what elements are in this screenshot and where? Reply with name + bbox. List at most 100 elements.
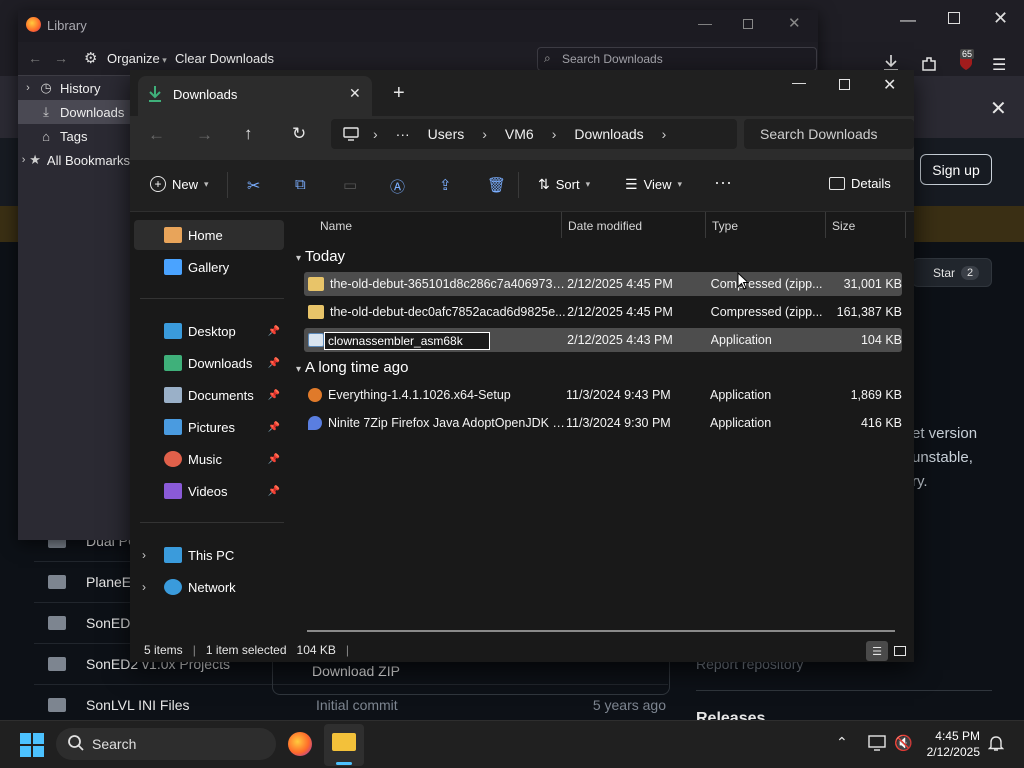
- explorer-minimize-icon[interactable]: —: [792, 74, 806, 90]
- library-close-icon[interactable]: ✕: [788, 14, 801, 32]
- horizontal-scrollbar[interactable]: [307, 630, 895, 632]
- rename-icon[interactable]: Ⓐ: [390, 176, 405, 197]
- library-minimize-icon[interactable]: —: [698, 15, 712, 31]
- copy-icon[interactable]: ⧉: [295, 176, 306, 193]
- chevron-right-icon[interactable]: ›: [142, 548, 146, 562]
- view-button[interactable]: ☰ View ▾: [625, 176, 682, 193]
- notification-bell-icon[interactable]: [988, 734, 1004, 752]
- signup-button[interactable]: Sign up: [920, 154, 992, 185]
- cut-icon[interactable]: ✂: [247, 176, 260, 196]
- new-tab-icon[interactable]: +: [393, 82, 405, 105]
- breadcrumb-users[interactable]: Users: [428, 126, 465, 142]
- tiles-view-icon[interactable]: [890, 641, 910, 661]
- nav-item-pictures[interactable]: Pictures 📌: [134, 412, 284, 442]
- clear-downloads-button[interactable]: Clear Downloads: [175, 51, 274, 66]
- repo-commit-message[interactable]: Initial commit: [316, 697, 576, 713]
- chevron-down-icon: ▾: [204, 178, 209, 189]
- breadcrumb-chevron-icon[interactable]: ›: [482, 126, 487, 142]
- library-item-label: Tags: [60, 128, 88, 144]
- column-separator[interactable]: [705, 212, 706, 238]
- nav-item-desktop[interactable]: Desktop 📌: [134, 316, 284, 346]
- column-separator[interactable]: [905, 212, 906, 238]
- nav-item-music[interactable]: Music 📌: [134, 444, 284, 474]
- breadcrumb-vm6[interactable]: VM6: [505, 126, 534, 142]
- nav-item-home[interactable]: Home: [134, 220, 284, 250]
- column-separator[interactable]: [825, 212, 826, 238]
- delete-icon[interactable]: 🗑: [487, 176, 506, 194]
- new-button[interactable]: + New ▾: [150, 176, 209, 192]
- nav-item-network[interactable]: › Network: [134, 572, 284, 602]
- download-icon: ⤓: [43, 104, 49, 119]
- extensions-icon[interactable]: [920, 55, 938, 73]
- explorer-maximize-icon[interactable]: [839, 79, 850, 90]
- library-item-downloads[interactable]: ⤓ Downloads: [18, 100, 130, 124]
- chevron-right-icon[interactable]: ›: [142, 580, 146, 594]
- column-separator[interactable]: [561, 212, 562, 238]
- refresh-icon[interactable]: ↻: [292, 124, 306, 144]
- breadcrumb-chevron-icon[interactable]: ›: [373, 126, 378, 142]
- group-header-today[interactable]: ▾ Today: [296, 248, 345, 265]
- breadcrumb-chevron-icon[interactable]: ›: [552, 126, 557, 142]
- app-icon: [308, 333, 324, 347]
- windows-start-icon[interactable]: [20, 733, 44, 757]
- chevron-right-icon[interactable]: ›: [18, 82, 38, 94]
- column-header-size[interactable]: Size: [832, 219, 855, 233]
- tab-close-icon[interactable]: ✕: [349, 85, 361, 102]
- nav-divider: [140, 298, 284, 299]
- rename-input[interactable]: clownassembler_asm68k: [324, 332, 490, 350]
- organize-menu[interactable]: Organize ▾: [107, 51, 167, 66]
- column-header-date[interactable]: Date modified: [568, 219, 642, 233]
- network-tray-icon[interactable]: [868, 735, 886, 751]
- file-row[interactable]: the-old-debut-365101d8c286c7a406973e... …: [304, 272, 902, 296]
- taskbar-clock[interactable]: 4:45 PM 2/12/2025: [900, 728, 980, 760]
- up-arrow-icon[interactable]: ↑: [244, 124, 253, 144]
- nav-item-this-pc[interactable]: › This PC: [134, 540, 284, 570]
- back-arrow-icon[interactable]: ←: [148, 125, 165, 145]
- library-item-tags[interactable]: ⌂ Tags: [18, 124, 130, 148]
- group-header-long-ago[interactable]: ▾ A long time ago: [296, 359, 408, 376]
- library-item-history[interactable]: › ◷ History: [18, 76, 130, 100]
- nav-item-documents[interactable]: Documents 📌: [134, 380, 284, 410]
- library-search-input[interactable]: ⌕ Search Downloads: [537, 47, 817, 71]
- browser-minimize-icon[interactable]: —: [900, 12, 916, 30]
- hamburger-menu-icon[interactable]: ☰: [992, 55, 1006, 75]
- details-view-icon[interactable]: ☰: [866, 641, 888, 661]
- repo-file-name[interactable]: SonLVL INI Files: [86, 697, 316, 713]
- star-button[interactable]: Star 2: [912, 258, 992, 287]
- paste-icon[interactable]: ▭: [343, 176, 357, 194]
- firefox-taskbar-icon[interactable]: [288, 732, 312, 756]
- column-header-type[interactable]: Type: [712, 219, 738, 233]
- file-date: 2/12/2025 4:45 PM: [567, 305, 673, 319]
- ublock-badge-icon[interactable]: 65: [956, 49, 976, 72]
- file-row[interactable]: the-old-debut-dec0afc7852acad6d9825e... …: [304, 300, 902, 324]
- column-header-name[interactable]: Name: [320, 219, 352, 233]
- nav-item-downloads[interactable]: Downloads 📌: [134, 348, 284, 378]
- library-maximize-icon[interactable]: [743, 19, 753, 29]
- details-pane-button[interactable]: Details: [829, 176, 891, 191]
- file-row[interactable]: Everything-1.4.1.1026.x64-Setup 11/3/202…: [304, 383, 902, 407]
- library-item-all-bookmarks[interactable]: › ★ All Bookmarks: [18, 148, 130, 172]
- forward-arrow-icon[interactable]: →: [54, 50, 68, 66]
- nav-item-gallery[interactable]: Gallery: [134, 252, 284, 282]
- address-bar[interactable]: › ··· Users › VM6 › Downloads ›: [331, 119, 737, 149]
- share-icon[interactable]: ⇪: [439, 176, 452, 194]
- taskbar-search-box[interactable]: Search: [56, 728, 276, 760]
- breadcrumb-downloads[interactable]: Downloads: [574, 126, 643, 142]
- explorer-search-input[interactable]: Search Downloads: [744, 119, 914, 149]
- browser-restore-icon[interactable]: [948, 12, 960, 24]
- breadcrumb-chevron-icon[interactable]: ›: [662, 126, 667, 142]
- breadcrumb-overflow-icon[interactable]: ···: [396, 126, 410, 142]
- back-arrow-icon[interactable]: ←: [28, 50, 42, 66]
- explorer-taskbar-button[interactable]: [324, 724, 364, 766]
- more-options-icon[interactable]: ···: [714, 172, 732, 193]
- file-row[interactable]: Ninite 7Zip Firefox Java AdoptOpenJDK x.…: [304, 411, 902, 435]
- explorer-close-icon[interactable]: ✕: [883, 75, 896, 95]
- download-zip-link[interactable]: Download ZIP: [312, 663, 400, 679]
- notification-close-icon[interactable]: ✕: [990, 96, 1007, 121]
- sort-button[interactable]: ⇅ Sort ▾: [538, 176, 590, 193]
- chevron-right-icon[interactable]: ›: [18, 154, 29, 166]
- forward-arrow-icon[interactable]: →: [196, 125, 213, 145]
- nav-item-videos[interactable]: Videos 📌: [134, 476, 284, 506]
- browser-close-icon[interactable]: ✕: [993, 8, 1008, 29]
- chevron-up-icon[interactable]: ⌃: [836, 734, 848, 751]
